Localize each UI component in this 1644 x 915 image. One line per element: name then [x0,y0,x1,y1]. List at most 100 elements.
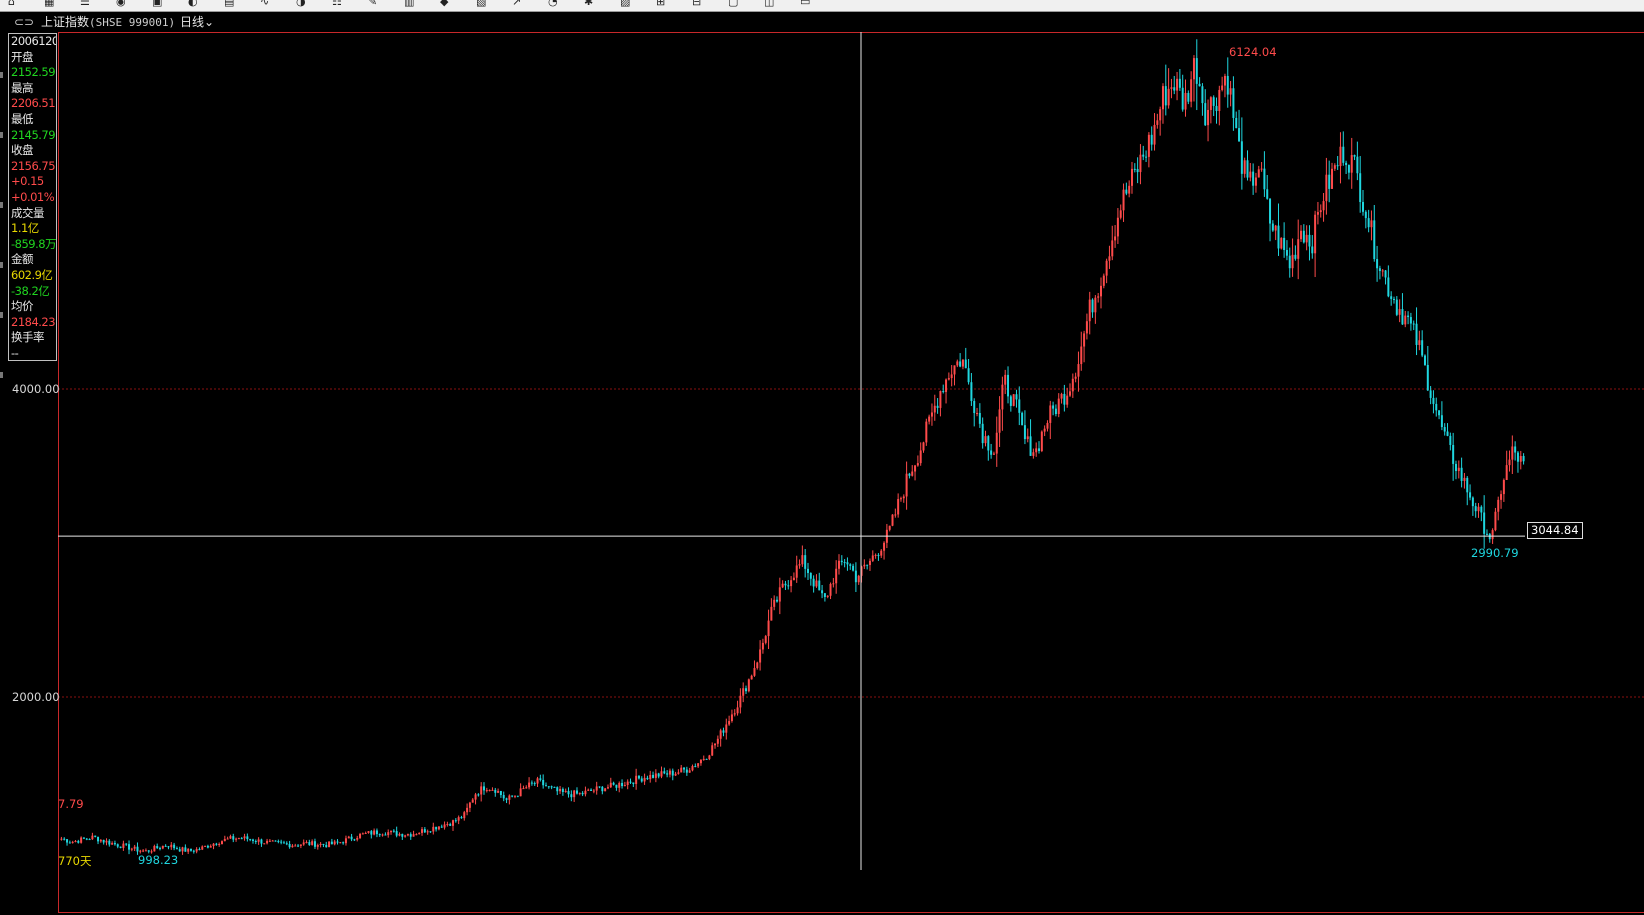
candle-body-313 [942,391,945,393]
candle-body-110 [370,831,373,835]
candle-body-325 [976,412,979,414]
candle-body-338 [1012,394,1015,406]
candle-body-249 [761,642,764,650]
candle-body-246 [753,668,756,676]
candle-body-144 [466,807,469,813]
candle-body-137 [446,824,449,826]
candle-body-224 [691,766,694,771]
candle-body-69 [254,841,257,843]
candle-body-322 [967,368,970,383]
candle-body-513 [1505,465,1508,480]
candle-body-38 [167,846,170,848]
candle-body-386 [1147,134,1150,157]
candle-body-448 [1322,201,1325,211]
candle-body-143 [463,812,466,819]
candle-body-518 [1519,456,1522,462]
candlestick-chart[interactable] [0,0,1644,915]
candle-body-13 [97,836,100,842]
candle-body-501 [1471,497,1474,507]
candle-body-0 [60,838,63,840]
candle-body-510 [1497,499,1500,512]
candle-body-41 [175,848,178,850]
candle-body-258 [787,585,790,587]
candle-body-378 [1125,189,1128,194]
day-count-label: 770天 [58,854,92,868]
candle-body-409 [1212,97,1215,106]
candle-body-379 [1128,185,1131,194]
candle-body-223 [688,770,691,773]
candle-body-85 [299,844,302,846]
candle-body-483 [1421,340,1424,356]
left-low-label: 998.23 [138,853,179,867]
info-close-label: 收盘 [11,143,34,158]
candle-body-272 [826,595,829,597]
candle-body-17 [108,840,111,845]
candle-body-280 [849,564,852,566]
candle-body-241 [739,695,742,708]
candle-body-48 [195,849,198,852]
candle-body-238 [730,714,733,722]
candle-body-22 [122,843,125,848]
candle-body-149 [480,786,483,795]
candle-body-269 [818,580,821,591]
candle-body-362 [1080,346,1083,365]
min-price-label: 2990.79 [1471,546,1519,560]
candle-body-341 [1021,412,1024,426]
candle-body-286 [866,564,869,566]
candle-body-307 [925,421,928,443]
candle-body-59 [226,838,229,840]
candle-body-206 [640,778,643,782]
candle-body-319 [959,361,962,367]
candle-body-484 [1423,355,1426,365]
candle-body-92 [319,843,322,846]
candle-body-30 [144,850,147,852]
candle-body-55 [215,843,218,845]
candle-body-100 [342,842,345,844]
candle-body-199 [621,782,624,787]
candle-body-237 [728,721,731,725]
candle-body-192 [601,786,604,792]
candle-body-383 [1139,154,1142,173]
candle-body-382 [1136,169,1139,173]
candle-body-215 [666,773,669,775]
candle-body-9 [85,838,88,840]
candle-body-127 [418,832,421,835]
candle-body-233 [716,738,719,744]
candle-body-130 [426,831,429,833]
candle-body-113 [378,834,381,836]
candle-body-294 [888,525,891,530]
candle-body-494 [1452,444,1455,464]
candle-body-185 [581,792,584,795]
candle-body-359 [1071,378,1074,392]
candle-body-205 [637,775,640,779]
candle-body-214 [663,771,666,774]
candle-body-122 [404,835,407,837]
candle-body-391 [1161,86,1164,110]
candle-body-413 [1223,75,1226,86]
candle-body-285 [863,564,866,567]
candle-body-76 [274,840,277,842]
info-open-label: 开盘 [11,49,34,64]
candle-body-343 [1026,436,1029,440]
candle-body-339 [1015,394,1018,400]
candle-body-512 [1502,479,1505,495]
candle-body-288 [871,555,874,561]
candle-body-202 [629,781,632,783]
info-change: +0.15 [11,174,44,189]
candle-body-191 [598,786,601,788]
candle-body-260 [792,577,795,581]
candle-body-196 [612,782,615,785]
candle-body-210 [652,774,655,778]
candle-body-427 [1263,168,1266,190]
candle-body-174 [550,786,553,788]
candle-body-247 [756,662,759,669]
candle-body-398 [1181,87,1184,110]
candle-body-395 [1173,87,1176,91]
candle-body-170 [539,778,542,780]
candle-body-302 [911,471,914,476]
candle-body-408 [1209,97,1212,110]
candle-body-124 [409,834,412,837]
candle-body-402 [1192,58,1195,80]
candle-body-440 [1300,230,1303,240]
candle-body-349 [1043,428,1046,432]
